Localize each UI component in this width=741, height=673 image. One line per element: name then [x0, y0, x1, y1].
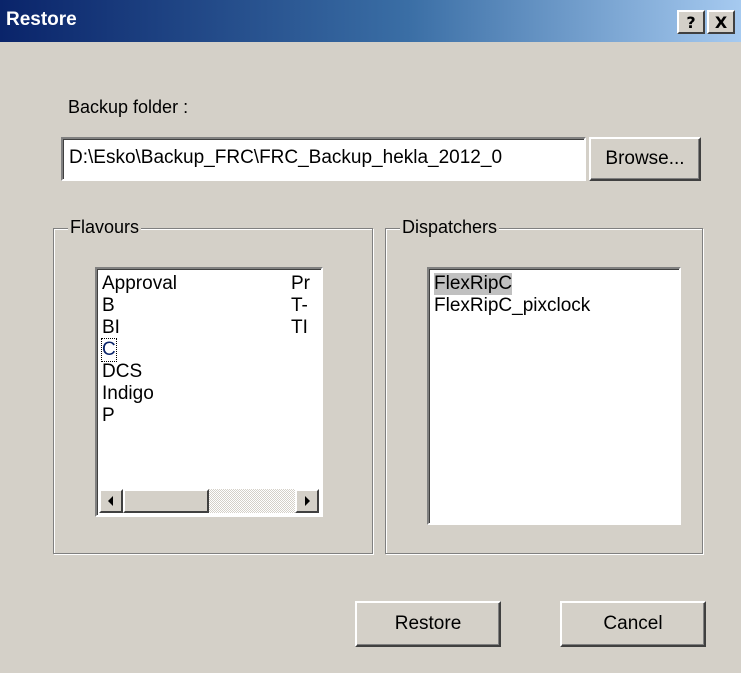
dispatchers-listbox[interactable]: FlexRipC FlexRipC_pixclock: [427, 267, 681, 525]
backup-folder-label: Backup folder :: [68, 97, 189, 117]
flavour-item[interactable]: BI: [102, 317, 120, 339]
help-button[interactable]: ?: [677, 10, 705, 34]
dispatchers-group: Dispatchers FlexRipC FlexRipC_pixclock: [385, 217, 703, 554]
dispatchers-group-label: Dispatchers: [400, 217, 500, 238]
flavour-item[interactable]: P: [102, 405, 115, 427]
scroll-right-arrow-icon[interactable]: [295, 489, 319, 513]
flavour-item[interactable]: Pr: [291, 273, 310, 295]
flavours-group: Flavours Approval B BI C DCS Indigo P Pr…: [53, 217, 373, 554]
backup-folder-input[interactable]: D:\Esko\Backup_FRC\FRC_Backup_hekla_2012…: [61, 137, 586, 181]
flavour-item[interactable]: T-: [291, 295, 308, 317]
flavours-group-label: Flavours: [68, 217, 142, 238]
restore-dialog: Restore ? X Backup folder : D:\Esko\Back…: [0, 0, 741, 673]
dispatcher-item-selected[interactable]: FlexRipC: [434, 273, 513, 295]
flavour-item[interactable]: DCS: [102, 361, 142, 383]
scroll-left-arrow-icon[interactable]: [99, 489, 123, 513]
browse-button[interactable]: Browse...: [589, 137, 701, 181]
window-title: Restore: [6, 9, 77, 30]
close-button[interactable]: X: [707, 10, 735, 34]
flavours-listbox[interactable]: Approval B BI C DCS Indigo P Pr T- TI: [95, 267, 323, 517]
dispatcher-item[interactable]: FlexRipC_pixclock: [434, 295, 590, 317]
flavours-horizontal-scrollbar[interactable]: [99, 489, 319, 513]
flavour-item[interactable]: TI: [291, 317, 308, 339]
flavour-item[interactable]: Indigo: [102, 383, 154, 405]
flavour-item[interactable]: Approval: [102, 273, 177, 295]
flavour-item[interactable]: B: [102, 295, 115, 317]
title-bar[interactable]: Restore ? X: [0, 0, 741, 42]
restore-button[interactable]: Restore: [355, 601, 501, 647]
cancel-button[interactable]: Cancel: [560, 601, 706, 647]
scrollbar-thumb[interactable]: [123, 489, 209, 513]
flavour-item-selected[interactable]: C: [101, 338, 117, 362]
